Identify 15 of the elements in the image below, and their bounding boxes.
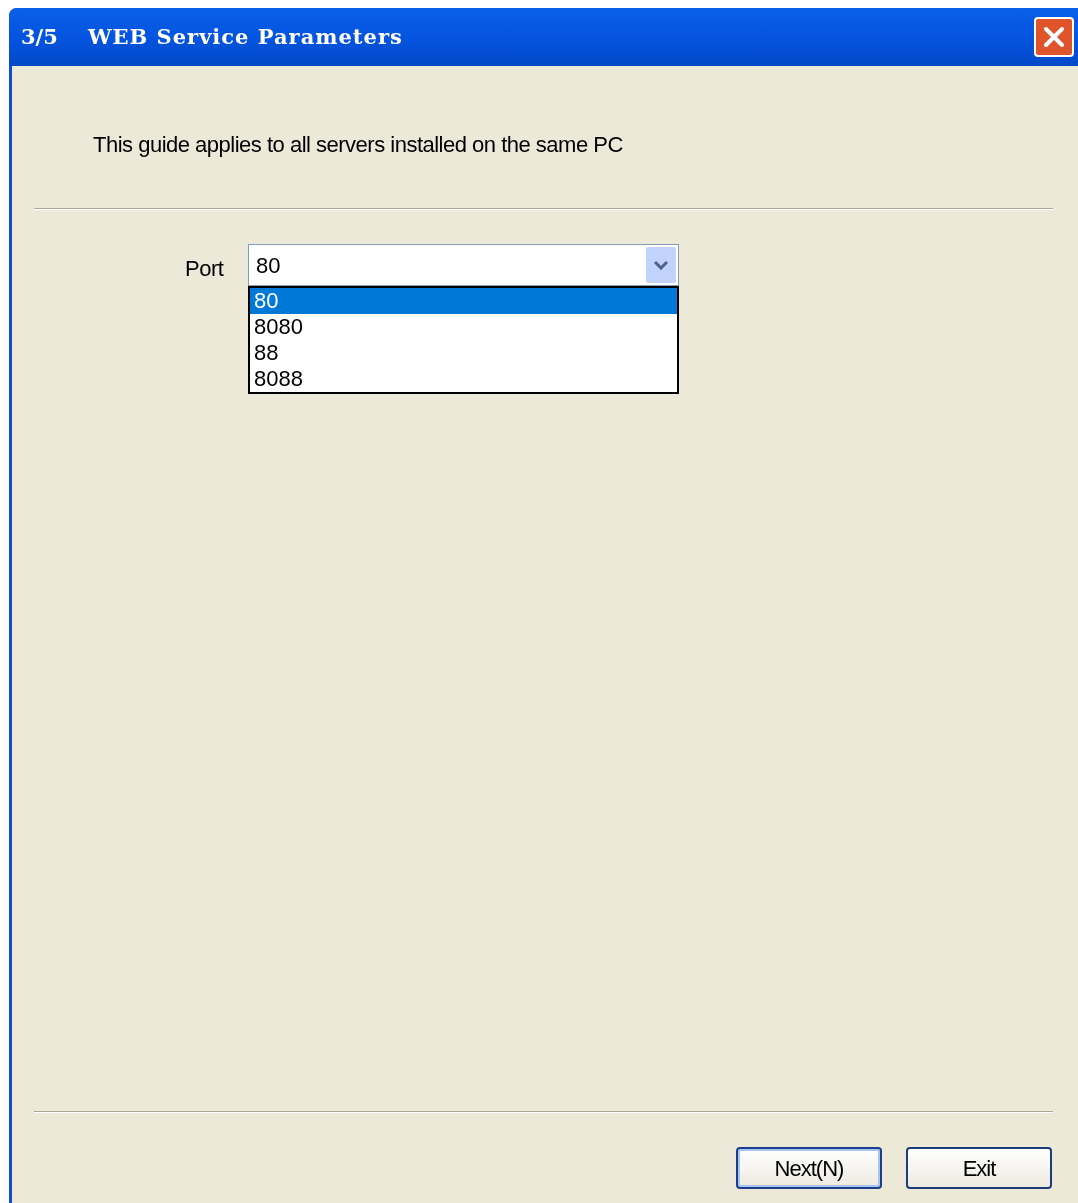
dropdown-option[interactable]: 8088 [250,366,677,392]
dropdown-option[interactable]: 8080 [250,314,677,340]
close-icon [1043,26,1065,48]
dropdown-option[interactable]: 80 [250,288,677,314]
dialog-button[interactable]: Next(N) [736,1147,882,1189]
close-button[interactable] [1034,17,1074,57]
dialog-button[interactable]: Exit [906,1147,1052,1189]
dropdown-option[interactable]: 88 [250,340,677,366]
chevron-down-icon [654,260,668,270]
step-indicator: 3/5 [21,23,58,52]
window-title: WEB Service Parameters [87,23,403,52]
port-combo-box[interactable]: 80 [248,244,679,286]
port-label: Port [185,255,225,283]
intro-text: This guide applies to all servers installed on the same PC [93,131,624,159]
dropdown-arrow-button[interactable] [646,247,676,283]
